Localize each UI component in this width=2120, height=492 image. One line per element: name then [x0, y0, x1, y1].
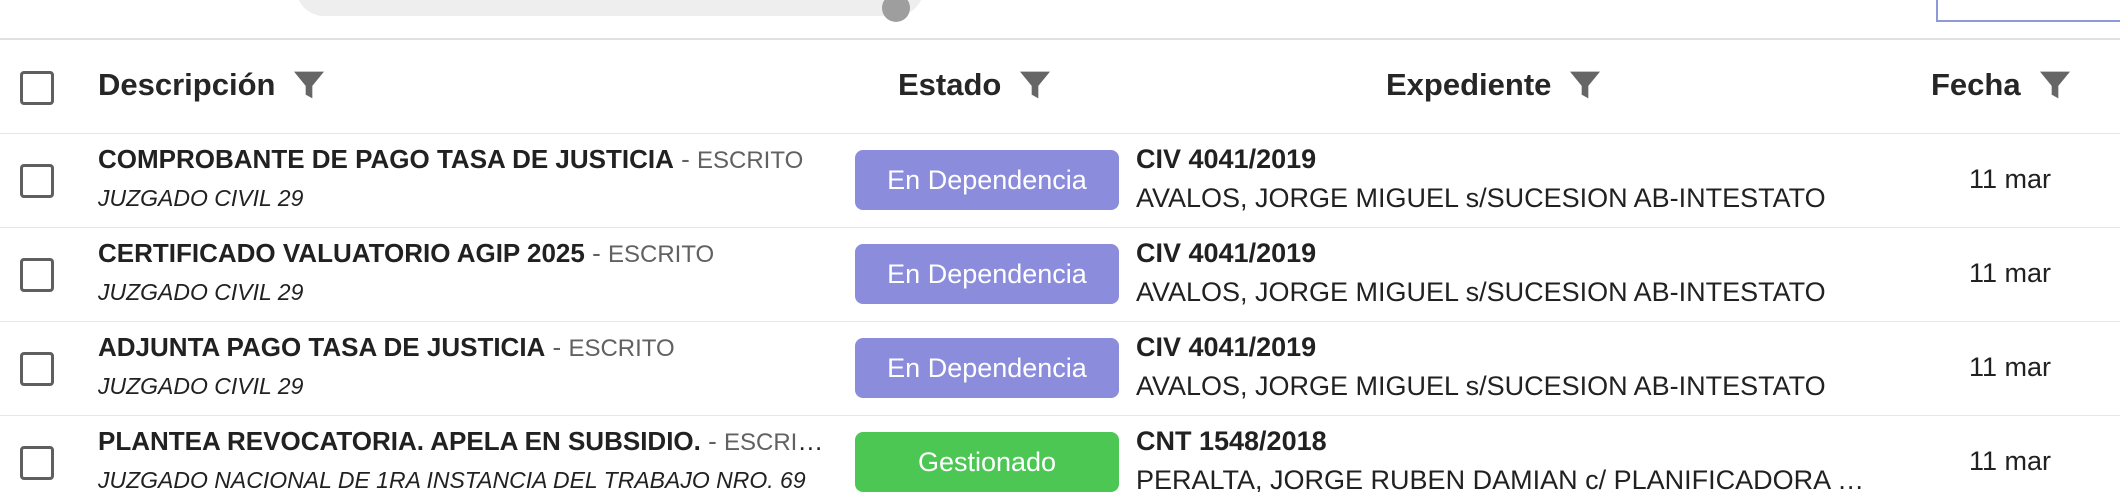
status-badge: En Dependencia [855, 244, 1119, 304]
escrito-title: PLANTEA REVOCATORIA. APELA EN SUBSIDIO. [98, 426, 701, 456]
court-name: JUZGADO CIVIL 29 [98, 185, 304, 211]
table-header: Descripción Estado Expediente Fecha [0, 41, 2120, 134]
expediente-number: CIV 4041/2019 [1136, 332, 1317, 362]
escrito-title: ADJUNTA PAGO TASA DE JUSTICIA [98, 332, 546, 362]
row-descripcion: CERTIFICADO VALUATORIO AGIP 2025 - ESCRI… [98, 238, 828, 306]
expediente-caratula: AVALOS, JORGE MIGUEL s/SUCESION AB-INTES… [1136, 277, 1826, 307]
row-expediente: CNT 1548/2018 PERALTA, JORGE RUBEN DAMIA… [1136, 426, 1876, 492]
row-checkbox[interactable] [20, 446, 54, 480]
filter-icon[interactable] [289, 65, 329, 105]
escrito-type: ESCRITO [607, 241, 715, 268]
search-input[interactable] [296, 0, 924, 22]
status-badge: Gestionado [855, 432, 1119, 492]
column-header-expediente[interactable]: Expediente [1386, 65, 1605, 105]
column-header-estado[interactable]: Estado [898, 65, 1055, 105]
table-row[interactable]: COMPROBANTE DE PAGO TASA DE JUSTICIA - E… [0, 134, 2120, 228]
outlined-field[interactable] [1936, 0, 2120, 22]
column-label-fecha: Fecha [1931, 67, 2021, 102]
row-expediente: CIV 4041/2019 AVALOS, JORGE MIGUEL s/SUC… [1136, 238, 1876, 308]
column-label-estado: Estado [898, 67, 1002, 102]
separator: - [545, 332, 569, 362]
row-descripcion: PLANTEA REVOCATORIA. APELA EN SUBSIDIO. … [98, 426, 828, 492]
row-checkbox[interactable] [20, 352, 54, 386]
expediente-caratula: AVALOS, JORGE MIGUEL s/SUCESION AB-INTES… [1136, 371, 1826, 401]
court-name: JUZGADO CIVIL 29 [98, 373, 304, 399]
row-date: 11 mar [1968, 258, 2052, 288]
filter-icon[interactable] [2035, 65, 2075, 105]
table-row[interactable]: CERTIFICADO VALUATORIO AGIP 2025 - ESCRI… [0, 228, 2120, 322]
row-checkbox[interactable] [20, 164, 54, 198]
escrito-title: COMPROBANTE DE PAGO TASA DE JUSTICIA [98, 144, 674, 174]
separator: - [673, 144, 697, 174]
status-badge: En Dependencia [855, 150, 1119, 210]
separator: - [700, 426, 724, 456]
top-toolbar [0, 0, 2120, 40]
court-name: JUZGADO CIVIL 29 [98, 279, 304, 305]
filter-icon[interactable] [1565, 65, 1605, 105]
status-badge: En Dependencia [855, 338, 1119, 398]
separator: - [584, 238, 608, 268]
column-label-expediente: Expediente [1386, 67, 1552, 102]
table-row[interactable]: ADJUNTA PAGO TASA DE JUSTICIA - ESCRITO … [0, 322, 2120, 416]
row-date: 11 mar [1968, 352, 2052, 382]
expediente-caratula: AVALOS, JORGE MIGUEL s/SUCESION AB-INTES… [1136, 183, 1826, 213]
row-date: 11 mar [1968, 446, 2052, 476]
expediente-number: CNT 1548/2018 [1136, 426, 1327, 456]
escrito-type: ESCRITO [568, 335, 675, 362]
table-row[interactable]: PLANTEA REVOCATORIA. APELA EN SUBSIDIO. … [0, 416, 2120, 492]
column-header-descripcion[interactable]: Descripción [98, 65, 329, 105]
escrito-type: ESCRITO [723, 429, 828, 456]
escrito-type: ESCRITO [697, 147, 804, 174]
row-date: 11 mar [1968, 164, 2052, 194]
column-label-descripcion: Descripción [98, 67, 276, 102]
search-clear-icon[interactable] [882, 0, 910, 22]
row-descripcion: ADJUNTA PAGO TASA DE JUSTICIA - ESCRITO … [98, 332, 828, 400]
escrito-title: CERTIFICADO VALUATORIO AGIP 2025 [98, 238, 585, 268]
row-expediente: CIV 4041/2019 AVALOS, JORGE MIGUEL s/SUC… [1136, 144, 1876, 214]
select-all-checkbox[interactable] [20, 71, 54, 105]
expediente-caratula: PERALTA, JORGE RUBEN DAMIAN c/ PLANIFICA… [1136, 465, 1876, 492]
row-descripcion: COMPROBANTE DE PAGO TASA DE JUSTICIA - E… [98, 144, 828, 212]
court-name: JUZGADO NACIONAL DE 1RA INSTANCIA DEL TR… [98, 467, 806, 492]
row-checkbox[interactable] [20, 258, 54, 292]
expediente-number: CIV 4041/2019 [1136, 144, 1317, 174]
row-expediente: CIV 4041/2019 AVALOS, JORGE MIGUEL s/SUC… [1136, 332, 1876, 402]
expediente-number: CIV 4041/2019 [1136, 238, 1317, 268]
column-header-fecha[interactable]: Fecha [1931, 65, 2075, 105]
filter-icon[interactable] [1015, 65, 1055, 105]
